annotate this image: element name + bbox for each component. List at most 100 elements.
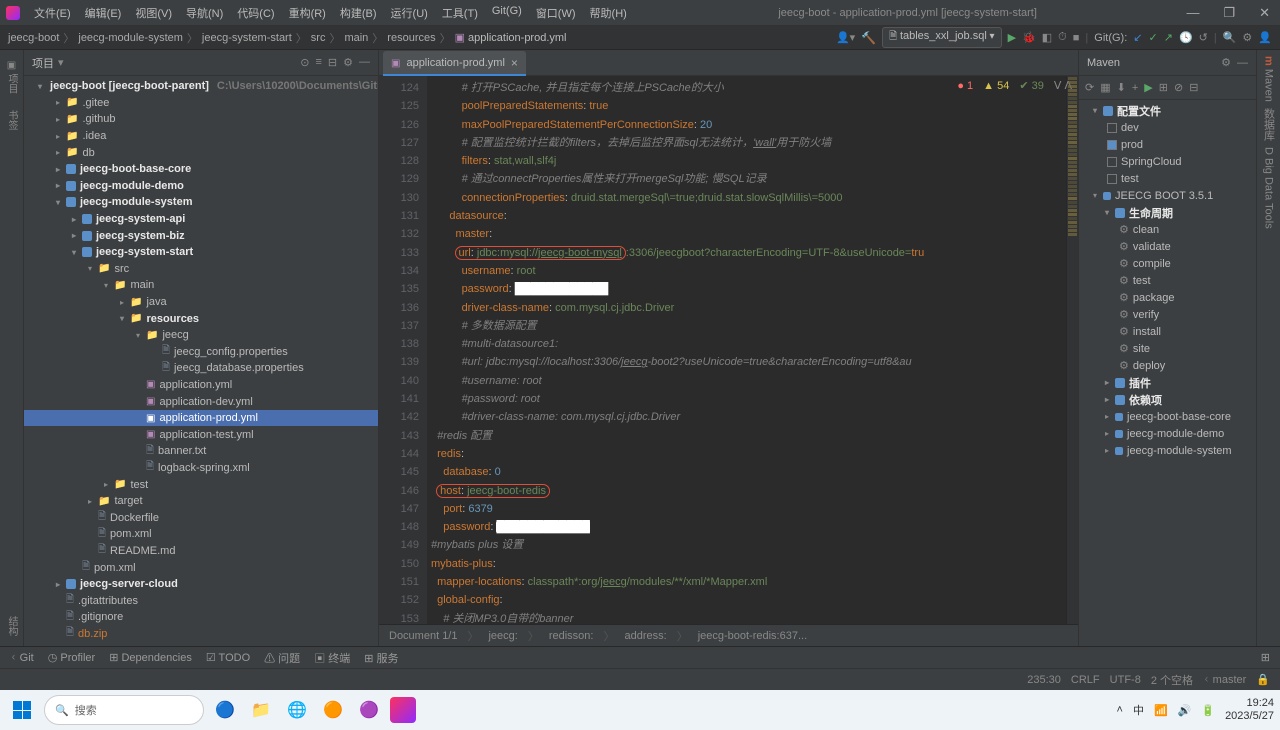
tree-item[interactable]: ▣application-dev.yml <box>24 393 378 410</box>
git-update-icon[interactable]: ↙ <box>1133 31 1142 44</box>
maven-item[interactable]: ⚙compile <box>1079 255 1256 272</box>
maven-item[interactable]: ⚙validate <box>1079 238 1256 255</box>
collapse-icon[interactable]: ⊟ <box>1189 81 1198 94</box>
maven-item[interactable]: ⚙clean <box>1079 221 1256 238</box>
sidebar-settings-icon[interactable]: ⚙ <box>343 56 353 69</box>
line-separator[interactable]: CRLF <box>1071 674 1100 686</box>
coverage-button[interactable]: ◧ <box>1042 31 1052 44</box>
run-config-combo[interactable]: 🗎 tables_xxl_job.sql ▾ <box>882 27 1001 48</box>
tree-item[interactable]: ▸📁test <box>24 476 378 493</box>
git-commit-icon[interactable]: ✓ <box>1149 31 1158 44</box>
close-tab-icon[interactable]: × <box>511 56 518 70</box>
tree-item[interactable]: ▸📁.gitee <box>24 95 378 112</box>
tree-item[interactable]: 🗎Dockerfile <box>24 509 378 526</box>
generate-icon[interactable]: ▦ <box>1100 81 1110 94</box>
line-gutter[interactable]: 1241251261271281291301311321331341351361… <box>379 76 427 624</box>
tree-item[interactable]: ▸📁java <box>24 294 378 311</box>
tree-item[interactable]: 🗎jeecg_database.properties <box>24 360 378 377</box>
tree-item[interactable]: ▸jeecg-system-api <box>24 211 378 228</box>
tree-item[interactable]: 🗎README.md <box>24 543 378 560</box>
add-icon[interactable]: + <box>1132 82 1138 94</box>
tree-item[interactable]: ▾📁main <box>24 277 378 294</box>
tree-item[interactable]: ▸📁db <box>24 144 378 161</box>
maven-item[interactable]: ▸jeecg-boot-base-core <box>1079 408 1256 425</box>
tray-wifi-icon[interactable]: 📶 <box>1154 704 1168 717</box>
maven-item[interactable]: ▸jeecg-module-system <box>1079 442 1256 459</box>
bottom-tool-问题[interactable]: ⚠ 问题 <box>264 650 300 666</box>
git-branch[interactable]: ᚲ master <box>1203 674 1246 686</box>
breadcrumb-item[interactable]: jeecg-module-system <box>78 32 183 44</box>
breadcrumb-item[interactable]: ▣ application-prod.yml <box>455 31 567 44</box>
taskbar-search[interactable]: 🔍搜索 <box>44 695 204 725</box>
menu-item[interactable]: 编辑(E) <box>79 3 128 23</box>
minimap[interactable] <box>1066 76 1078 624</box>
encoding[interactable]: UTF-8 <box>1110 674 1141 686</box>
maven-item[interactable]: ⚙package <box>1079 289 1256 306</box>
maven-item[interactable]: ⚙verify <box>1079 306 1256 323</box>
toggle-icon[interactable]: ⊘ <box>1174 81 1183 94</box>
maven-item[interactable]: ▸插件 <box>1079 374 1256 391</box>
maven-tree[interactable]: ▾配置文件devprodSpringCloudtest▾JEECG BOOT 3… <box>1079 100 1256 646</box>
bottom-tool-服务[interactable]: ⊞ 服务 <box>364 650 398 666</box>
lock-icon[interactable]: 🔒 <box>1256 673 1270 686</box>
bottom-tool-Git[interactable]: ᚲ Git <box>10 652 34 664</box>
database-tool-button[interactable]: 数据库 <box>1261 108 1277 141</box>
bottom-tool-Dependencies[interactable]: ⊞ Dependencies <box>109 651 192 664</box>
tree-item[interactable]: ▸📁.github <box>24 111 378 128</box>
maven-item[interactable]: test <box>1079 170 1256 187</box>
select-opened-icon[interactable]: ⊙ <box>300 56 309 69</box>
taskbar-app-3[interactable]: 🟣 <box>354 695 384 725</box>
taskbar-app-2[interactable]: 🟠 <box>318 695 348 725</box>
tree-item[interactable]: 🗎logback-spring.xml <box>24 460 378 477</box>
maven-item[interactable]: ⚙test <box>1079 272 1256 289</box>
maven-item[interactable]: SpringCloud <box>1079 153 1256 170</box>
run-maven-icon[interactable]: ▶ <box>1144 81 1152 94</box>
tree-item[interactable]: ▾jeecg-boot [jeecg-boot-parent]C:\Users\… <box>24 78 378 95</box>
maven-tool-button[interactable]: m Maven <box>1263 56 1275 102</box>
profile-button[interactable]: ⏱ <box>1058 31 1067 44</box>
exec-icon[interactable]: ⊞ <box>1159 81 1168 94</box>
bottom-tool-Profiler[interactable]: ◷ Profiler <box>48 651 96 664</box>
project-tool-button[interactable]: ▣ 项目 <box>2 56 21 98</box>
tree-item[interactable]: ▸jeecg-boot-base-core <box>24 161 378 178</box>
menu-item[interactable]: 文件(E) <box>28 3 77 23</box>
tree-item[interactable]: ▸jeecg-server-cloud <box>24 576 378 593</box>
cursor-position[interactable]: 235:30 <box>1027 674 1061 686</box>
expand-all-icon[interactable]: ≡ <box>315 56 321 69</box>
bookmarks-tool-button[interactable]: 书签 <box>2 106 21 134</box>
taskbar-intellij[interactable] <box>390 697 416 723</box>
menu-item[interactable]: 视图(V) <box>129 3 178 23</box>
tree-item[interactable]: 🗎.gitattributes <box>24 592 378 609</box>
tray-battery-icon[interactable]: 🔋 <box>1201 704 1215 717</box>
structure-tool-button[interactable]: 结构 <box>2 612 21 640</box>
avatar-icon[interactable]: 👤 <box>1258 31 1272 44</box>
project-tree[interactable]: ▾jeecg-boot [jeecg-boot-parent]C:\Users\… <box>24 76 378 646</box>
settings-icon[interactable]: ⚙ <box>1242 31 1252 44</box>
hide-sidebar-icon[interactable]: — <box>359 56 370 69</box>
tree-item[interactable]: ▾jeecg-module-system <box>24 194 378 211</box>
git-rollback-icon[interactable]: ↺ <box>1199 31 1208 44</box>
tray-ime-icon[interactable]: 中 <box>1133 702 1144 718</box>
taskbar-edge[interactable]: 🌐 <box>282 695 312 725</box>
tree-item[interactable]: ▣application-prod.yml <box>24 410 378 427</box>
git-history-icon[interactable]: 🕓 <box>1179 31 1193 44</box>
maven-item[interactable]: ⚙install <box>1079 323 1256 340</box>
menu-item[interactable]: 工具(T) <box>436 3 484 23</box>
breadcrumb-item[interactable]: main <box>344 32 368 44</box>
stop-button[interactable]: ■ <box>1073 32 1080 44</box>
tray-volume-icon[interactable]: 🔊 <box>1178 704 1192 717</box>
breadcrumb-item[interactable]: jeecg-system-start <box>202 32 292 44</box>
maven-item[interactable]: ▸依赖项 <box>1079 391 1256 408</box>
tree-item[interactable]: ▣application.yml <box>24 377 378 394</box>
tree-item[interactable]: ▾📁jeecg <box>24 327 378 344</box>
taskbar-explorer[interactable]: 📁 <box>246 695 276 725</box>
tree-item[interactable]: ▾📁src <box>24 261 378 278</box>
breadcrumb-item[interactable]: resources <box>387 32 435 44</box>
editor-breadcrumb-item[interactable]: Document 1/1 <box>389 630 457 642</box>
start-button[interactable] <box>6 694 38 726</box>
tree-item[interactable]: ▸jeecg-module-demo <box>24 178 378 195</box>
menu-item[interactable]: 窗口(W) <box>530 3 582 23</box>
hammer-icon[interactable]: 🔨 <box>861 31 876 45</box>
breadcrumb-item[interactable]: src <box>311 32 326 44</box>
bigdata-tool-button[interactable]: D Big Data Tools <box>1263 147 1275 229</box>
